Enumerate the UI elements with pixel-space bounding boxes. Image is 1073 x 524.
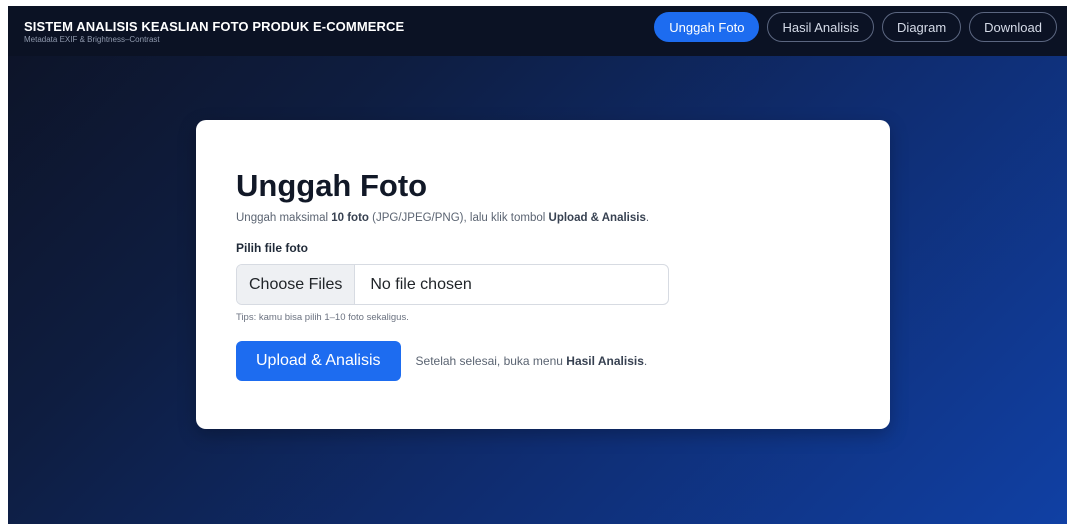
file-field-label: Pilih file foto — [236, 241, 308, 255]
nav-diagram-button[interactable]: Diagram — [882, 12, 962, 42]
upload-analyze-button[interactable]: Upload & Analisis — [236, 341, 401, 381]
app-title: SISTEM ANALISIS KEASLIAN FOTO PRODUK E-C… — [24, 19, 405, 34]
page-title: Unggah Foto — [236, 168, 428, 203]
description-middle: (JPG/JPEG/PNG), lalu klik tombol — [368, 212, 549, 224]
app-subtitle: Metadata EXIF & Brightness–Contrast — [24, 35, 160, 44]
upload-card: Unggah Foto Unggah maksimal 10 foto (JPG… — [196, 120, 890, 429]
navbar: SISTEM ANALISIS KEASLIAN FOTO PRODUK E-C… — [8, 6, 1067, 56]
upload-analysis-text: Upload & Analisis — [548, 212, 646, 224]
nav-download-button[interactable]: Download — [969, 12, 1057, 42]
action-row: Upload & Analisis Setelah selesai, buka … — [236, 341, 850, 381]
after-upload-note: Setelah selesai, buka menu Hasil Analisi… — [416, 354, 648, 368]
description-prefix: Unggah maksimal — [236, 212, 332, 224]
nav-unggah-foto-button[interactable]: Unggah Foto — [654, 12, 760, 42]
choose-files-button[interactable]: Choose Files — [237, 265, 356, 304]
upload-tips: Tips: kamu bisa pilih 1–10 foto sekaligu… — [236, 312, 409, 323]
file-status-text: No file chosen — [370, 275, 472, 293]
max-photos-text: 10 foto — [331, 212, 369, 224]
description-suffix: . — [645, 212, 650, 224]
nav-tabs: Unggah Foto Hasil Analisis Diagram Downl… — [654, 12, 1057, 42]
file-input[interactable]: Choose Files No file chosen — [236, 264, 669, 305]
after-note-prefix: Setelah selesai, buka menu — [415, 354, 567, 368]
after-note-suffix: . — [643, 354, 648, 368]
nav-hasil-analisis-button[interactable]: Hasil Analisis — [767, 12, 875, 42]
app-window: SISTEM ANALISIS KEASLIAN FOTO PRODUK E-C… — [8, 6, 1067, 524]
upload-card-body: Unggah Foto Unggah maksimal 10 foto (JPG… — [236, 168, 850, 381]
results-menu-text: Hasil Analisis — [566, 354, 644, 368]
upload-description: Unggah maksimal 10 foto (JPG/JPEG/PNG), … — [236, 212, 850, 224]
brand: SISTEM ANALISIS KEASLIAN FOTO PRODUK E-C… — [24, 19, 404, 44]
